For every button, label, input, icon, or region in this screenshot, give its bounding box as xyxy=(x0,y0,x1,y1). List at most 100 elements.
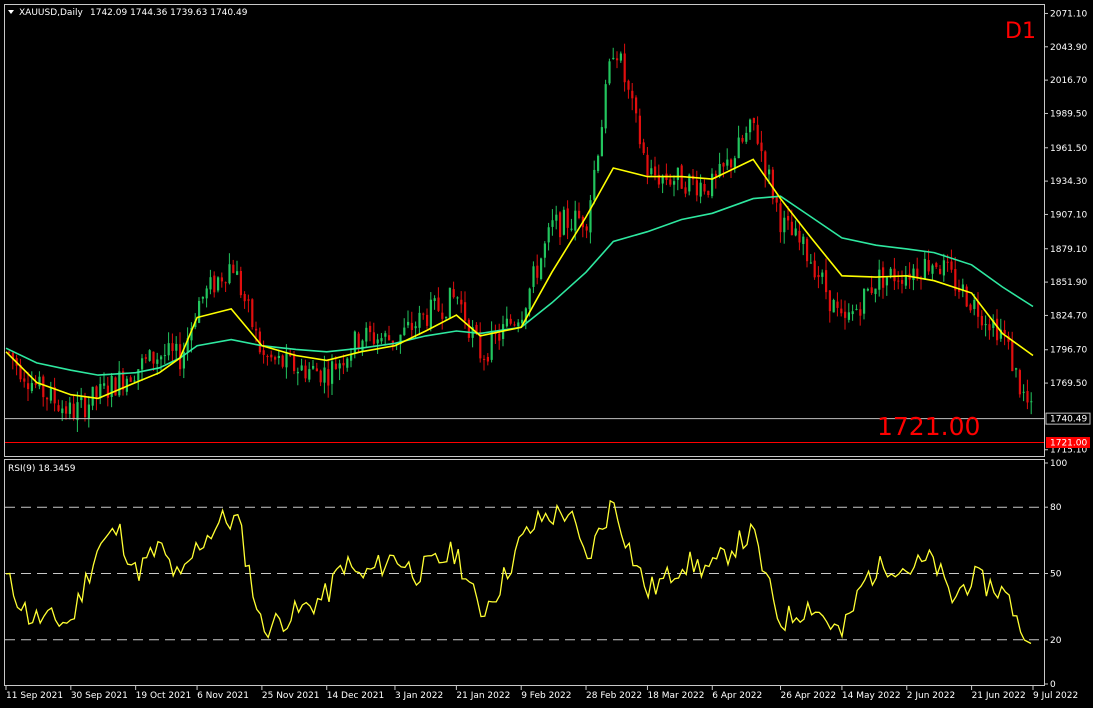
candle-body xyxy=(315,368,318,372)
candle xyxy=(106,376,109,407)
candle-body xyxy=(684,187,687,194)
candle xyxy=(205,285,208,308)
candle-body xyxy=(224,282,227,284)
candle xyxy=(779,200,782,243)
candle xyxy=(281,354,284,369)
candle-body xyxy=(513,324,516,326)
time-tick-label: 3 Jan 2022 xyxy=(395,691,443,701)
candle xyxy=(707,190,710,198)
candle xyxy=(737,125,740,159)
candle-body xyxy=(426,314,429,326)
candle-body xyxy=(137,369,140,381)
candle xyxy=(764,150,767,188)
candle xyxy=(578,202,581,220)
candle xyxy=(646,146,649,185)
candle-body xyxy=(813,260,816,278)
candle xyxy=(186,327,189,361)
candle-body xyxy=(528,288,531,310)
support-price-tag-label: 1721.00 xyxy=(1050,439,1087,449)
candle xyxy=(133,375,136,383)
candle-body xyxy=(851,311,854,315)
candle-body xyxy=(239,270,242,296)
chart-canvas[interactable]: 2071.10 2043.90 2016.70 1989.50 1961.50 1934.… xyxy=(0,0,1093,708)
candle xyxy=(1030,392,1033,415)
rsi-axis: 100 80 50 20 0 xyxy=(1044,459,1067,690)
candle-body xyxy=(38,376,41,387)
candle xyxy=(224,281,227,293)
candle xyxy=(68,397,71,420)
candle-body xyxy=(832,299,835,313)
candle-body xyxy=(319,370,322,383)
candle xyxy=(479,322,482,363)
candle xyxy=(403,318,406,337)
candle-body xyxy=(616,58,619,61)
candle xyxy=(388,325,391,341)
candle-body xyxy=(787,216,790,221)
candle xyxy=(954,256,957,297)
candle xyxy=(965,284,968,308)
candle xyxy=(483,355,486,371)
candle xyxy=(80,387,83,408)
candle xyxy=(296,367,299,386)
candle-body xyxy=(874,288,877,295)
candle-body xyxy=(247,299,250,301)
candle xyxy=(885,277,888,296)
candle-body xyxy=(163,355,166,357)
candle-body xyxy=(49,387,52,401)
candle-body xyxy=(752,117,755,124)
candle xyxy=(213,271,216,298)
candle-body xyxy=(460,299,463,305)
candle xyxy=(175,336,178,361)
candle xyxy=(623,43,626,92)
candle-body xyxy=(1022,391,1025,393)
dropdown-arrow-icon[interactable] xyxy=(8,10,14,14)
candle-body xyxy=(923,258,926,279)
candle-body xyxy=(433,298,436,301)
candle xyxy=(855,304,858,311)
candle-body xyxy=(361,340,364,351)
candle-body xyxy=(562,209,565,235)
candle-body xyxy=(251,299,254,328)
candle-body xyxy=(353,331,356,355)
candle xyxy=(597,154,600,174)
candle-body xyxy=(133,380,136,382)
candle-body xyxy=(357,333,360,349)
candle xyxy=(156,352,159,375)
candle xyxy=(251,298,254,330)
candle-body xyxy=(236,271,239,275)
candle xyxy=(308,362,311,383)
candle-body xyxy=(80,397,83,401)
candle xyxy=(665,163,668,186)
candle-body xyxy=(973,300,976,309)
candle-body xyxy=(144,357,147,359)
candle xyxy=(798,221,801,251)
time-tick-label: 19 Oct 2021 xyxy=(136,691,192,701)
candle xyxy=(870,275,873,295)
candle xyxy=(752,117,755,131)
candle xyxy=(167,332,170,361)
chart-window[interactable]: 2071.10 2043.90 2016.70 1989.50 1961.50 1934.… xyxy=(0,0,1093,708)
candle xyxy=(540,257,543,281)
candle-body xyxy=(825,270,828,293)
candlestick-series xyxy=(8,43,1033,433)
candle xyxy=(809,253,812,264)
candle xyxy=(741,134,744,144)
candle-body xyxy=(1018,370,1021,395)
candle-body xyxy=(403,327,406,336)
candle-body xyxy=(927,260,930,272)
candle xyxy=(726,148,729,170)
candle-body xyxy=(464,302,467,321)
candle-body xyxy=(452,289,455,298)
candle-body xyxy=(414,326,417,329)
candle-body xyxy=(726,159,729,166)
price-axis: 2071.10 2043.90 2016.70 1989.50 1961.50 1934.… xyxy=(1044,9,1087,456)
candle-body xyxy=(612,57,615,60)
candle-body xyxy=(760,142,763,152)
candle xyxy=(676,167,679,191)
candle xyxy=(619,51,622,63)
candle-body xyxy=(870,287,873,294)
candle-body xyxy=(866,288,869,291)
candle xyxy=(304,359,307,383)
candle xyxy=(1015,367,1018,378)
candle xyxy=(874,288,877,303)
